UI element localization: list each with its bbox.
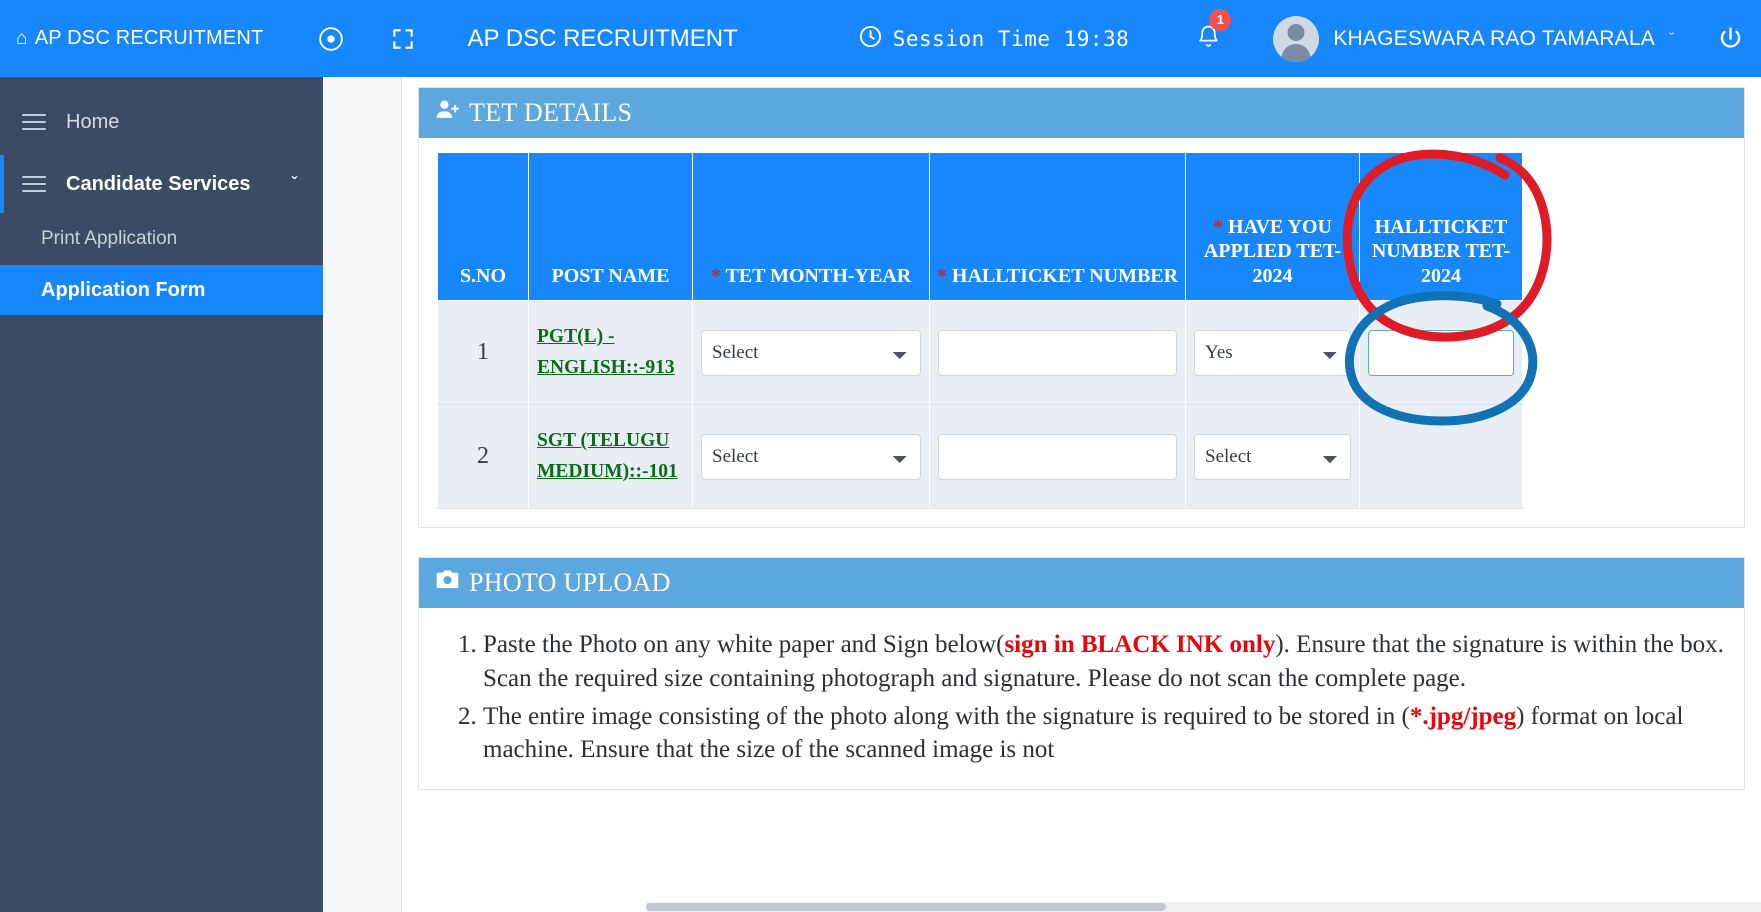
notifications-button[interactable]: 1 xyxy=(1191,8,1232,59)
column-header-hallticket-tet-2024: HALLTICKET NUMBER TET-2024 xyxy=(1359,152,1523,301)
cell-tet-month-year: Select xyxy=(692,300,930,405)
tet-details-table: S.NO POST NAME * TET MONTH-YEAR * HALLTI… xyxy=(437,152,1523,509)
tet-details-header: TET DETAILS xyxy=(419,88,1744,138)
tet-details-title: TET DETAILS xyxy=(469,98,633,127)
tet-details-body: S.NO POST NAME * TET MONTH-YEAR * HALLTI… xyxy=(419,138,1744,527)
tet-month-year-select-row-2[interactable]: Select xyxy=(701,433,921,480)
column-label: HALLTICKET NUMBER TET-2024 xyxy=(1371,215,1511,287)
home-icon: ⌂ xyxy=(16,28,28,49)
chevron-down-icon: ˇ xyxy=(1668,30,1674,47)
camera-icon xyxy=(435,567,460,599)
avatar xyxy=(1273,15,1320,62)
user-plus-icon xyxy=(435,97,460,129)
page-title: AP DSC RECRUITMENT xyxy=(467,24,738,52)
list-item: Paste the Photo on any white paper and S… xyxy=(483,628,1726,696)
top-app-bar: ⌂ AP DSC RECRUITMENT AP DSC RECRUITMENT … xyxy=(0,0,1761,77)
list-item: The entire image consisting of the photo… xyxy=(483,700,1726,768)
sidebar-item-label: Print Application xyxy=(41,228,178,249)
cell-post-name: PGT(L) - ENGLISH::-913 xyxy=(528,300,693,405)
user-name-label: KHAGESWARA RAO TAMARALA xyxy=(1333,26,1655,50)
instruction-highlight: sign in BLACK INK only xyxy=(1004,631,1276,658)
cell-hallticket-number xyxy=(929,300,1186,405)
photo-upload-card: PHOTO UPLOAD Paste the Photo on any whit… xyxy=(418,557,1745,790)
cell-hallticket-tet-2024 xyxy=(1359,300,1523,405)
column-header-sno: S.NO xyxy=(437,152,529,301)
brand-logo[interactable]: ⌂ AP DSC RECRUITMENT xyxy=(16,27,264,50)
instruction-pre: The entire image consisting of the photo… xyxy=(483,702,1410,730)
hallticket-number-input-row-2[interactable] xyxy=(938,433,1177,480)
sidebar-item-label: Application Form xyxy=(41,278,206,301)
photo-upload-header: PHOTO UPLOAD xyxy=(419,558,1744,608)
form-page-surface: TET DETAILS S.NO POST NAME * TET MONTH-Y… xyxy=(401,77,1761,912)
applied-tet-2024-select-row-1[interactable]: Yes xyxy=(1194,329,1351,376)
sidebar-item-application-form[interactable]: Application Form xyxy=(0,265,323,315)
hallticket-tet-2024-input-row-1[interactable] xyxy=(1368,329,1514,376)
power-icon[interactable] xyxy=(1713,22,1747,56)
instruction-highlight: *.jpg/jpeg xyxy=(1409,702,1517,730)
required-asterisk: * xyxy=(1213,215,1224,238)
column-label: POST NAME xyxy=(551,264,670,287)
applied-tet-2024-select-row-2[interactable]: Select xyxy=(1194,433,1351,480)
user-menu[interactable]: KHAGESWARA RAO TAMARALA ˇ xyxy=(1273,15,1674,62)
brand-label: AP DSC RECRUITMENT xyxy=(34,27,264,49)
sidebar-item-label: Home xyxy=(66,110,120,133)
table-row: 2 SGT (TELUGU MEDIUM)::-101 Select Selec… xyxy=(437,404,1523,509)
column-label: HALLTICKET NUMBER xyxy=(951,264,1179,287)
cell-hallticket-tet-2024-disabled xyxy=(1359,404,1523,509)
session-time-text: Session Time 19:38 xyxy=(892,26,1130,51)
tet-month-year-select-row-1[interactable]: Select xyxy=(701,329,921,376)
cell-post-name: SGT (TELUGU MEDIUM)::-101 xyxy=(528,404,693,509)
horizontal-scrollbar[interactable] xyxy=(646,902,1761,912)
menu-icon xyxy=(22,171,46,197)
column-label: HAVE YOU APPLIED TET-2024 xyxy=(1203,215,1342,287)
photo-upload-body: Paste the Photo on any white paper and S… xyxy=(419,608,1744,789)
table-header-row: S.NO POST NAME * TET MONTH-YEAR * HALLTI… xyxy=(437,152,1523,301)
instruction-pre: Paste the Photo on any white paper and S… xyxy=(483,631,1005,658)
hallticket-number-input-row-1[interactable] xyxy=(938,329,1177,376)
cell-hallticket-number xyxy=(929,404,1186,509)
session-timer: Session Time 19:38 xyxy=(858,24,1130,54)
column-header-post-name: POST NAME xyxy=(528,152,693,301)
photo-upload-title: PHOTO UPLOAD xyxy=(469,568,671,597)
cell-tet-month-year: Select xyxy=(692,404,930,509)
sidebar-item-label: Candidate Services xyxy=(66,172,251,195)
cell-applied-tet-2024: Select xyxy=(1185,404,1360,509)
required-asterisk: * xyxy=(936,264,947,287)
column-label: TET MONTH-YEAR xyxy=(725,264,912,287)
table-row: 1 PGT(L) - ENGLISH::-913 Select Yes xyxy=(437,300,1523,405)
cell-sno: 1 xyxy=(437,300,529,405)
cell-sno: 2 xyxy=(437,404,529,509)
photo-upload-instructions: Paste the Photo on any white paper and S… xyxy=(437,628,1726,767)
column-header-hallticket-number: * HALLTICKET NUMBER xyxy=(929,152,1186,301)
chevron-down-icon: ˇ xyxy=(291,175,297,192)
menu-icon xyxy=(22,109,46,135)
column-header-applied-tet-2024: * HAVE YOU APPLIED TET-2024 xyxy=(1185,152,1360,301)
scrollbar-thumb[interactable] xyxy=(646,903,1166,911)
post-name-link[interactable]: PGT(L) - ENGLISH::-913 xyxy=(537,326,675,377)
post-name-link[interactable]: SGT (TELUGU MEDIUM)::-101 xyxy=(537,430,678,481)
main-content: TET DETAILS S.NO POST NAME * TET MONTH-Y… xyxy=(323,77,1761,912)
fullscreen-icon[interactable] xyxy=(386,22,420,56)
column-header-tet-month-year: * TET MONTH-YEAR xyxy=(692,152,930,301)
cell-applied-tet-2024: Yes xyxy=(1185,300,1360,405)
sidebar-item-candidate-services[interactable]: Candidate Services ˇ xyxy=(0,155,323,213)
eye-toggle-icon[interactable] xyxy=(314,22,348,56)
column-label: S.NO xyxy=(459,264,507,287)
clock-icon xyxy=(858,24,883,54)
notification-badge: 1 xyxy=(1209,8,1232,31)
sidebar-item-print-application[interactable]: Print Application xyxy=(0,213,323,265)
sidebar-item-home[interactable]: Home xyxy=(0,93,323,151)
required-asterisk: * xyxy=(710,264,721,287)
tet-details-card: TET DETAILS S.NO POST NAME * TET MONTH-Y… xyxy=(418,87,1745,528)
sidebar-nav: Home Candidate Services ˇ Print Applicat… xyxy=(0,77,323,912)
